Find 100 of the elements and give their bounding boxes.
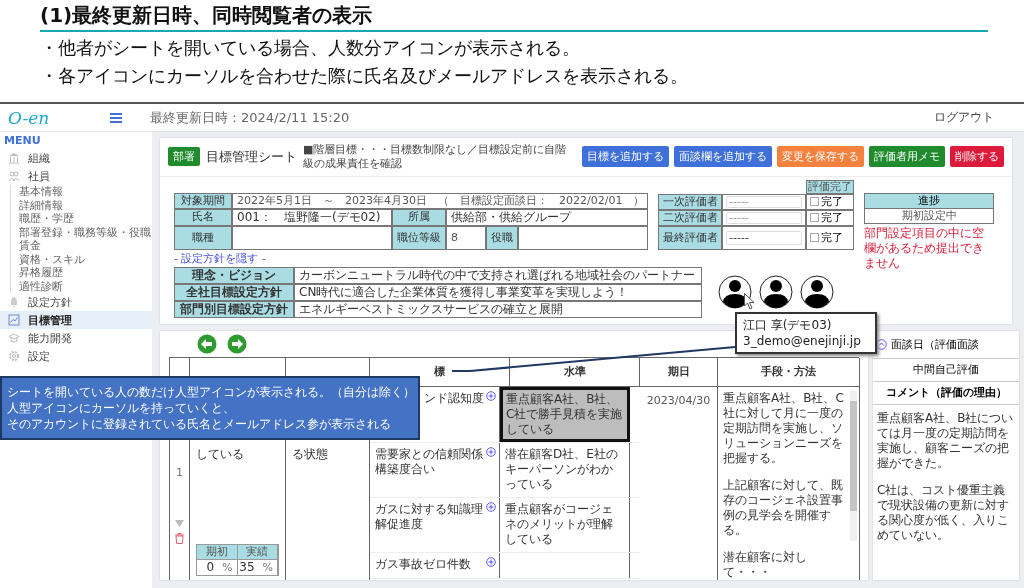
column-header: 水準 bbox=[563, 364, 586, 379]
indicator-text: ガス事故ゼロ件数 bbox=[375, 556, 471, 573]
table-header: 評価完了 bbox=[806, 179, 854, 194]
table-label: 職位等級 bbox=[392, 225, 446, 250]
checkbox-label: 完了 bbox=[821, 229, 843, 246]
callout-text: 人型アイコンにカーソルを持っていくと、 bbox=[7, 400, 236, 416]
plus-circle-icon[interactable] bbox=[486, 446, 496, 457]
warning-text: 部門設定項目の中に空欄があるため提出できません bbox=[864, 225, 985, 271]
indicator-text: ンド認知度 bbox=[424, 390, 484, 407]
action-button[interactable]: 面談欄を追加する bbox=[674, 146, 772, 168]
logo: O-en bbox=[7, 107, 51, 128]
table-header: 期初 bbox=[197, 544, 238, 559]
table-label: 対象期間 bbox=[174, 192, 232, 209]
table-header: 実績 bbox=[237, 544, 278, 559]
table-cell: 供給部・供給グループ bbox=[446, 208, 648, 226]
sidebar-subitem[interactable]: 職歴・学歴 bbox=[19, 212, 152, 226]
sidebar-label: 目標管理 bbox=[28, 312, 72, 328]
collapse-icon[interactable] bbox=[876, 338, 887, 350]
level-cell[interactable]: 重点顧客A社、B社、C社で勝手見積を実施している bbox=[500, 386, 630, 442]
bullet-text: ・各アイコンにカーソルを合わせた際に氏名及びメールアドレスを表示される。 bbox=[40, 64, 689, 87]
method-text: 潜在顧客に対して・・・ bbox=[723, 549, 808, 580]
row-number: 1 bbox=[176, 464, 183, 480]
method-text: 上記顧客に対して、既存のコージェネ設置事例の見学会を開催する。 bbox=[723, 477, 844, 538]
plus-circle-icon[interactable] bbox=[486, 390, 496, 401]
sidebar-subitem[interactable]: 詳細情報 bbox=[19, 198, 152, 212]
people-icon bbox=[8, 170, 20, 182]
level-cell[interactable]: 重点顧客がコージェネのメリットが理解している bbox=[500, 497, 630, 552]
table-label: 最終評価者 bbox=[658, 225, 722, 250]
sidebar-item[interactable]: 社員 bbox=[0, 167, 152, 185]
action-button[interactable]: 目標を追加する bbox=[582, 146, 669, 168]
table-label: 役職 bbox=[486, 225, 518, 250]
unit-label: % bbox=[262, 559, 273, 575]
bullet-text: ・他者がシートを開いている場合、人数分アイコンが表示される。 bbox=[40, 37, 581, 60]
sidebar-subitem[interactable]: 基本情報 bbox=[19, 185, 152, 199]
person-avatar-icon[interactable] bbox=[718, 275, 752, 309]
table-cell: 2022年5月1日 ～ 2023年4月30日 （ 目標設定面談日： 2022/02/01 ） bbox=[232, 192, 648, 209]
sidebar-item[interactable]: 目標管理 bbox=[0, 311, 152, 329]
callout-text: シートを開いている人の数だけ人型アイコンが表示される。（自分は除く） bbox=[7, 384, 415, 400]
section-header: 中間自己評価 bbox=[873, 358, 1019, 382]
trash-icon[interactable] bbox=[175, 532, 184, 544]
table-label: 一次評価者 bbox=[658, 193, 722, 210]
scrollbar[interactable] bbox=[850, 390, 857, 541]
person-avatar-icon[interactable] bbox=[759, 275, 793, 309]
table-cell: エネルギーベストミックスサービスの確立と展開 bbox=[294, 300, 702, 318]
sidebar-item[interactable]: 設定方針 bbox=[0, 293, 152, 311]
sidebar-label: 設定方針 bbox=[28, 294, 72, 310]
unit-label: % bbox=[222, 559, 233, 575]
evaluator-field[interactable]: ----- bbox=[726, 230, 802, 245]
sidebar-subitem[interactable]: 資格・スキル bbox=[19, 252, 152, 266]
due-date: 2023/04/30 bbox=[646, 393, 711, 407]
user-name: 江口 享(デモ03) bbox=[743, 317, 833, 333]
indicator-text: 需要家との信頼関係構築度合い bbox=[375, 446, 484, 478]
user-email: 3_demo@enejinji.jp bbox=[743, 333, 861, 349]
sidebar-label: 能力開発 bbox=[28, 330, 72, 346]
sidebar-subitem[interactable]: 賃金 bbox=[19, 239, 152, 253]
sidebar-item[interactable]: 能力開発 bbox=[0, 329, 152, 347]
sidebar-subitem[interactable]: 適性診断 bbox=[19, 279, 152, 293]
logout-link[interactable]: ログアウト bbox=[934, 109, 1024, 126]
sidebar-subitem[interactable]: 昇格履歴 bbox=[19, 266, 152, 280]
sidebar-subitem[interactable]: 部署登録・職務等級・役職 bbox=[19, 225, 152, 239]
checkbox[interactable] bbox=[810, 233, 819, 242]
person-avatar-icon[interactable] bbox=[800, 275, 834, 309]
table-cell: 001： 塩野隆一(デモ02) bbox=[232, 208, 392, 226]
gear-icon bbox=[8, 350, 20, 362]
evaluator-field[interactable]: ----- bbox=[726, 195, 802, 208]
column-header: 手段・方法 bbox=[761, 364, 816, 379]
cursor-icon bbox=[744, 293, 755, 310]
section-header: コメント（評価の理由） bbox=[873, 381, 1019, 405]
sidebar-label: 組織 bbox=[28, 150, 50, 166]
action-button[interactable]: 削除する bbox=[950, 146, 1004, 168]
column-header: 標 bbox=[434, 364, 445, 379]
bell-icon bbox=[8, 296, 20, 308]
toggle-link[interactable]: - 設定方針を隠す - bbox=[174, 251, 266, 265]
indicator-text: ガスに対する知識理解促進度 bbox=[375, 501, 484, 533]
plus-circle-icon[interactable] bbox=[486, 501, 496, 512]
plus-circle-icon[interactable] bbox=[486, 556, 496, 567]
sidebar-label: 社員 bbox=[28, 168, 50, 184]
menu-icon[interactable] bbox=[110, 112, 122, 123]
table-cell: 8 bbox=[446, 225, 486, 250]
checkbox-label: 完了 bbox=[821, 194, 843, 209]
level-cell[interactable]: 潜在顧客D社、E社のキーパーソンがわかっている bbox=[500, 442, 630, 497]
table-cell: 期初設定中 bbox=[864, 208, 994, 224]
sidebar-item[interactable]: 設定 bbox=[0, 347, 152, 365]
method-text: 重点顧客A社、B社、C社に対して月に一度の定期訪問を実施し、ソリューションニーズを把握する。 bbox=[723, 390, 845, 466]
chart-icon bbox=[8, 314, 20, 326]
menu-heading: MENU bbox=[3, 134, 42, 149]
panel-title: 面談日（評価面談 bbox=[891, 336, 979, 352]
evaluator-field[interactable]: ----- bbox=[726, 211, 802, 224]
callout-text: そのアカウントに登録されている氏名とメールアドレス参が表示される bbox=[7, 416, 392, 432]
method-field[interactable]: 重点顧客A社、B社、C社に対して月に一度の定期訪問を実施し、ソリューションニーズを把握する。 上記顧客に対して、既存のコージェネ設置事例の見学会を開催する。 潜在顧客に対して・・・ bbox=[723, 390, 848, 580]
checkbox[interactable] bbox=[810, 213, 819, 222]
table-cell: 35 bbox=[239, 559, 255, 575]
action-button[interactable]: 評価者用メモ bbox=[869, 146, 945, 168]
bank-icon bbox=[8, 152, 20, 164]
comment-text: C社は、コスト優重主義で現状設備の更新に対する関心度が低く、入りこめていない。 bbox=[876, 481, 1010, 543]
department-badge: 部署 bbox=[168, 147, 200, 167]
checkbox[interactable] bbox=[810, 197, 819, 206]
table-cell: CN時代に適合した企業体質を獲得し事業変革を実現しよう！ bbox=[294, 283, 702, 301]
sidebar-item[interactable]: 組織 bbox=[0, 149, 152, 167]
slide-title: (1)最終更新日時、同時閲覧者の表示 bbox=[40, 2, 988, 32]
